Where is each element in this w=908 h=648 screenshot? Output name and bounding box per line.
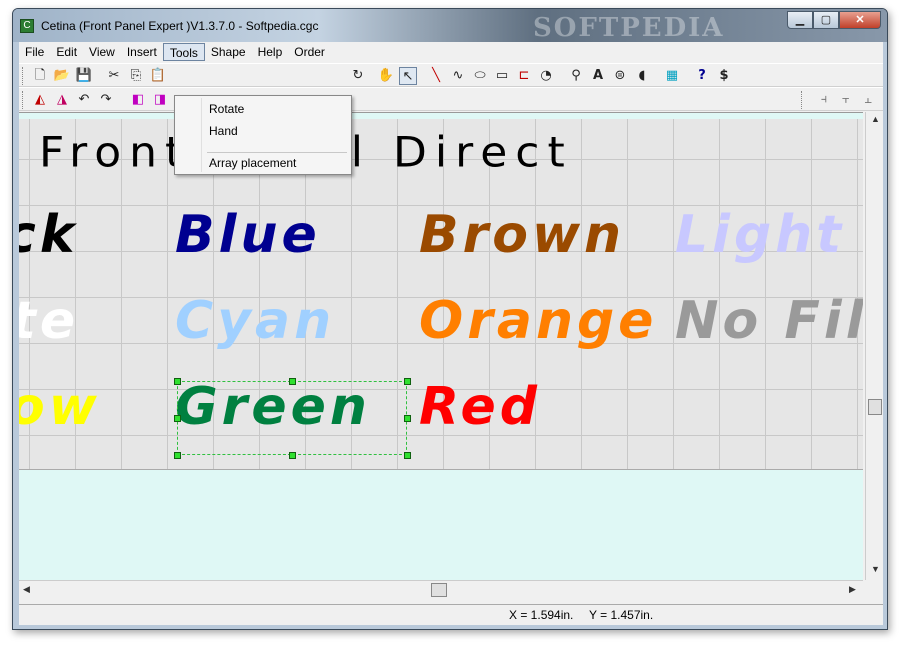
cursor-y-readout: Y = 1.457in.	[589, 608, 654, 622]
menu-edit[interactable]: Edit	[50, 43, 83, 61]
caption-buttons: ▁ ▢ ✕	[787, 11, 881, 29]
status-bar: X = 1.594in. Y = 1.457in.	[19, 604, 883, 625]
help-icon[interactable]: ?	[693, 67, 711, 85]
menu-file[interactable]: File	[19, 43, 50, 61]
menu-order[interactable]: Order	[288, 43, 331, 61]
label-blue[interactable]: Blue	[175, 205, 321, 265]
resize-handle-e[interactable]	[404, 415, 411, 422]
label-black[interactable]: ck	[19, 205, 78, 265]
drill-icon[interactable]: ◖	[633, 67, 651, 85]
tools-menu-dropdown: Rotate Hand Array placement	[174, 95, 352, 175]
paste-icon[interactable]: 📋	[149, 67, 167, 85]
vertical-scrollbar[interactable]: ▲ ▼	[865, 112, 883, 580]
scroll-down-icon[interactable]: ▼	[871, 564, 880, 574]
menu-item-hand[interactable]: Hand	[209, 124, 238, 138]
arc-icon[interactable]: ◔	[537, 67, 555, 85]
flip-horizontal-icon[interactable]: ◭	[31, 91, 49, 109]
menu-bar: File Edit View Insert Tools Shape Help O…	[19, 42, 883, 62]
menu-item-array-placement[interactable]: Array placement	[209, 156, 296, 170]
rectangle-icon[interactable]: ▭	[493, 67, 511, 85]
ellipse-icon[interactable]: ⬭	[471, 67, 489, 85]
panel-top-margin	[19, 113, 863, 119]
menu-gutter	[201, 98, 202, 172]
resize-handle-s[interactable]	[289, 452, 296, 459]
app-icon[interactable]: C	[20, 19, 34, 33]
line-icon[interactable]: ╲	[427, 67, 445, 85]
align-left-icon[interactable]: ⫞	[815, 91, 833, 109]
resize-handle-sw[interactable]	[174, 452, 181, 459]
rounded-rect-icon[interactable]: ⊏	[515, 67, 533, 85]
hand-icon[interactable]: ✋	[377, 67, 395, 85]
pointer-icon[interactable]: ↖	[399, 67, 417, 85]
align-right-icon[interactable]: ⫠	[859, 91, 877, 109]
scroll-up-icon[interactable]: ▲	[871, 114, 880, 124]
menu-view[interactable]: View	[83, 43, 121, 61]
curve-icon[interactable]: ∿	[449, 67, 467, 85]
label-cyan[interactable]: Cyan	[175, 291, 335, 351]
rotate-left-icon[interactable]: ↶	[75, 91, 93, 109]
horizontal-scroll-thumb[interactable]	[431, 583, 447, 597]
screw-icon[interactable]: ⚲	[567, 67, 585, 85]
menu-help[interactable]: Help	[252, 43, 289, 61]
arrange-toolbar: ◭ ◮ ↶ ↷ ◧ ◨ ⫞ ⫟ ⫠	[19, 87, 883, 111]
cursor-x-readout: X = 1.594in.	[509, 608, 574, 622]
menu-insert[interactable]: Insert	[121, 43, 163, 61]
rotate-right-icon[interactable]: ↷	[97, 91, 115, 109]
client-area: File Edit View Insert Tools Shape Help O…	[19, 42, 883, 625]
price-icon[interactable]: $	[715, 67, 733, 85]
resize-handle-w[interactable]	[174, 415, 181, 422]
selection-box[interactable]	[174, 378, 411, 459]
save-icon[interactable]: 💾	[75, 67, 93, 85]
menu-item-rotate[interactable]: Rotate	[209, 102, 244, 116]
softpedia-watermark: SOFTPEDIA	[533, 13, 725, 43]
toolbar-grip[interactable]	[22, 67, 25, 85]
title-bar[interactable]: C Cetina (Front Panel Expert )V1.3.7.0 -…	[13, 9, 887, 43]
flip-vertical-icon[interactable]: ◮	[53, 91, 71, 109]
label-red[interactable]: Red	[419, 377, 541, 437]
label-white[interactable]: te	[19, 291, 79, 351]
resize-handle-n[interactable]	[289, 378, 296, 385]
maximize-button[interactable]: ▢	[813, 11, 839, 29]
app-window: C Cetina (Front Panel Expert )V1.3.7.0 -…	[12, 8, 888, 630]
resize-handle-ne[interactable]	[404, 378, 411, 385]
scroll-left-icon[interactable]: ◀	[23, 584, 30, 595]
open-icon[interactable]: 📂	[53, 67, 71, 85]
resize-handle-nw[interactable]	[174, 378, 181, 385]
menu-tools[interactable]: Tools	[162, 43, 205, 61]
menu-shape[interactable]: Shape	[205, 43, 252, 61]
toolbar-grip[interactable]	[801, 91, 804, 109]
menu-separator	[207, 152, 347, 153]
countersink-icon[interactable]: ⊜	[611, 67, 629, 85]
scroll-right-icon[interactable]: ▶	[849, 584, 856, 595]
text-icon[interactable]: A	[589, 67, 607, 85]
toolbar-grip[interactable]	[22, 91, 25, 109]
label-yellow[interactable]: ow	[19, 377, 101, 437]
send-back-icon[interactable]: ◨	[151, 91, 169, 109]
array-icon[interactable]: ▦	[663, 67, 681, 85]
window-title: Cetina (Front Panel Expert )V1.3.7.0 - S…	[41, 19, 319, 33]
new-icon[interactable]: 🗋	[31, 67, 49, 85]
label-brown[interactable]: Brown	[419, 205, 625, 265]
minimize-button[interactable]: ▁	[787, 11, 813, 29]
label-no-fill[interactable]: No Fill	[675, 291, 863, 351]
horizontal-scrollbar[interactable]: ◀ ▶	[19, 580, 863, 598]
panel-bottom-margin	[19, 469, 863, 580]
drawing-canvas[interactable]: Front Panel Direct ck Blue Brown Light B…	[19, 112, 863, 580]
align-center-icon[interactable]: ⫟	[837, 91, 855, 109]
main-toolbar: 🗋 📂 💾 ✂ ⎘ 📋 ↻ ✋ ↖ ╲ ∿ ⬭ ▭ ⊏ ◔ ⚲ A ⊜ ◖ ▦ …	[19, 63, 883, 87]
label-orange[interactable]: Orange	[419, 291, 657, 351]
resize-handle-se[interactable]	[404, 452, 411, 459]
copy-icon[interactable]: ⎘	[127, 67, 145, 85]
close-button[interactable]: ✕	[839, 11, 881, 29]
cut-icon[interactable]: ✂	[105, 67, 123, 85]
label-light-blue[interactable]: Light B	[675, 205, 863, 265]
redo-icon[interactable]: ↻	[349, 67, 367, 85]
bring-front-icon[interactable]: ◧	[129, 91, 147, 109]
vertical-scroll-thumb[interactable]	[868, 399, 882, 415]
